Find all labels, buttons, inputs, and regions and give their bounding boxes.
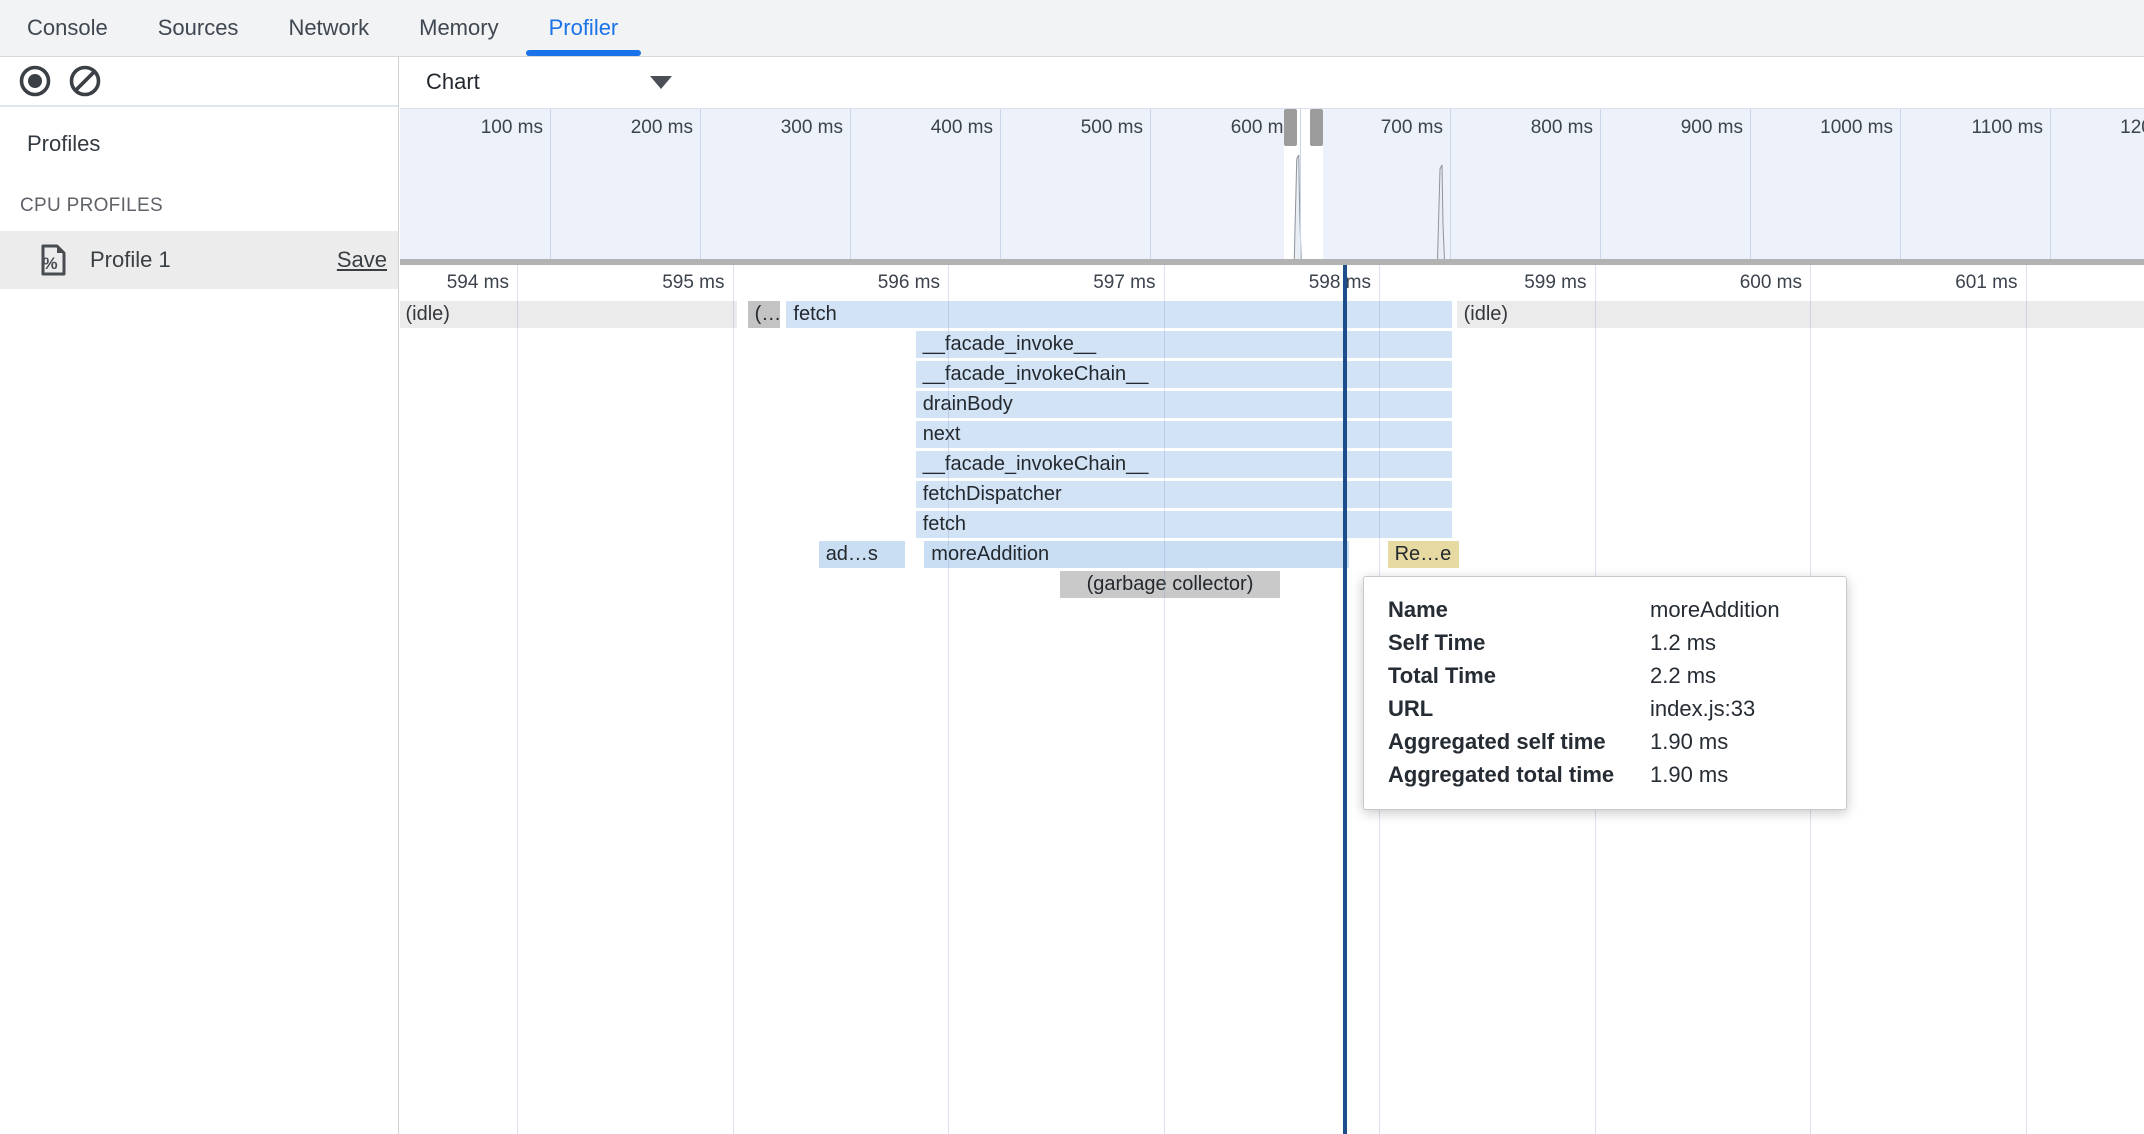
flame-bar-garbage-collector[interactable]: (garbage collector) <box>1060 571 1280 598</box>
tooltip-value: 1.90 ms <box>1650 758 1822 791</box>
overview-tick-label: 1100 ms <box>1900 117 2043 139</box>
profile-document-icon: % <box>36 243 70 277</box>
profile-name: Profile 1 <box>90 247 171 273</box>
tab-sources[interactable]: Sources <box>158 0 239 56</box>
flame-bar-moreaddition[interactable]: moreAddition <box>924 541 1349 568</box>
playhead-marker[interactable] <box>1343 265 1347 1134</box>
flame-chart[interactable]: 594 ms 595 ms 596 ms 597 ms 598 ms 599 ms 600 … <box>400 265 2144 1134</box>
tab-list: Console Sources Network Memory Profiler <box>0 0 2144 56</box>
tooltip-row: URLindex.js:33 <box>1388 692 1822 725</box>
profile-list-item[interactable]: % Profile 1 Save <box>0 231 398 289</box>
tooltip-value: 1.90 ms <box>1650 725 1822 758</box>
tooltip-value: 1.2 ms <box>1650 626 1822 659</box>
flame-chart-gridline <box>733 265 734 1134</box>
flame-chart-gridline <box>948 265 949 1134</box>
tooltip-value: 2.2 ms <box>1650 659 1822 692</box>
flame-bar-fetch[interactable]: fetch <box>786 301 1452 328</box>
detail-tick-label: 600 ms <box>1650 272 1802 294</box>
devtools-tab-bar: Console Sources Network Memory Profiler <box>0 0 2144 57</box>
detail-tick-label: 594 ms <box>400 272 509 294</box>
detail-tick-label: 601 ms <box>1866 272 2018 294</box>
chevron-down-icon <box>650 76 672 89</box>
selection-handle-left[interactable] <box>1284 109 1297 146</box>
save-profile-link[interactable]: Save <box>337 247 387 273</box>
tab-memory[interactable]: Memory <box>419 0 498 56</box>
overview-tick-label: 500 ms <box>1000 117 1143 139</box>
detail-tick-label: 597 ms <box>1004 272 1156 294</box>
tooltip-value: index.js:33 <box>1650 692 1822 725</box>
clear-button[interactable] <box>68 64 102 98</box>
flame-bar-drainbody[interactable]: drainBody <box>916 391 1453 418</box>
frame-tooltip: NamemoreAdditionSelf Time1.2 msTotal Tim… <box>1363 576 1847 810</box>
overview-tick-label: 1000 ms <box>1750 117 1893 139</box>
detail-tick-label: 598 ms <box>1219 272 1371 294</box>
flame-chart-gridline <box>1164 265 1165 1134</box>
tooltip-label: Aggregated total time <box>1388 758 1650 791</box>
cpu-profiles-section-heading: CPU PROFILES <box>20 195 398 217</box>
svg-text:%: % <box>42 254 57 273</box>
tooltip-label: Aggregated self time <box>1388 725 1650 758</box>
overview-tick-label: 100 ms <box>400 117 543 139</box>
detail-tick-label: 599 ms <box>1435 272 1587 294</box>
tooltip-row: Self Time1.2 ms <box>1388 626 1822 659</box>
overview-tick-label: 300 ms <box>700 117 843 139</box>
overview-timeline[interactable]: 100 ms200 ms300 ms400 ms500 ms600 ms700 … <box>400 108 2144 259</box>
overview-tick-label: 900 ms <box>1600 117 1743 139</box>
record-button[interactable] <box>18 64 52 98</box>
selection-handle-right[interactable] <box>1310 109 1323 146</box>
view-mode-dropdown[interactable]: Chart <box>426 69 672 95</box>
record-icon <box>18 64 52 98</box>
flame-chart-gridline <box>517 265 518 1134</box>
detail-tick-label: 595 ms <box>573 272 725 294</box>
flame-bar-fetch[interactable]: fetch <box>916 511 1453 538</box>
tooltip-row: Aggregated total time1.90 ms <box>1388 758 1822 791</box>
profiler-sidebar: Profiles CPU PROFILES % Profile 1 Save <box>0 57 399 1134</box>
profiler-main-pane: Chart 100 ms 200 ms 300 ms 400 ms 500 ms 600 … <box>400 57 2144 1134</box>
flame-bar-facade-invokechain[interactable]: __facade_invokeChain__ <box>916 451 1453 478</box>
flame-bar-facade-invoke[interactable]: __facade_invoke__ <box>916 331 1453 358</box>
flame-chart-gridline <box>2026 265 2027 1134</box>
detail-tick-label: 596 ms <box>788 272 940 294</box>
tooltip-rows: NamemoreAdditionSelf Time1.2 msTotal Tim… <box>1388 593 1822 791</box>
flame-bar-[interactable]: (… <box>748 301 780 328</box>
cpu-spike <box>1438 165 1445 259</box>
tooltip-label: Name <box>1388 593 1650 626</box>
flame-bar-idle[interactable]: (idle) <box>1457 301 2144 328</box>
tooltip-value: moreAddition <box>1650 593 1822 626</box>
overview-tick-label: 1200 ms <box>2050 117 2144 139</box>
tooltip-row: Aggregated self time1.90 ms <box>1388 725 1822 758</box>
tooltip-label: Self Time <box>1388 626 1650 659</box>
profiles-heading: Profiles <box>27 131 398 157</box>
flame-bar-fetchdispatcher[interactable]: fetchDispatcher <box>916 481 1453 508</box>
view-selector-row: Chart <box>400 57 2144 107</box>
overview-tick-label: 800 ms <box>1450 117 1593 139</box>
tooltip-row: NamemoreAddition <box>1388 593 1822 626</box>
tab-network[interactable]: Network <box>288 0 369 56</box>
flame-bar-next[interactable]: next <box>916 421 1453 448</box>
clear-icon <box>68 64 102 98</box>
view-mode-label: Chart <box>426 69 480 95</box>
flame-bar-idle[interactable]: (idle) <box>400 301 737 328</box>
profiler-toolbar <box>0 57 398 107</box>
flame-bar-re-e[interactable]: Re…e <box>1388 541 1459 568</box>
tab-profiler[interactable]: Profiler <box>549 0 619 56</box>
overview-tick-label: 400 ms <box>850 117 993 139</box>
flame-bar-facade-invokechain[interactable]: __facade_invokeChain__ <box>916 361 1453 388</box>
devtools-window: Console Sources Network Memory Profiler Prof… <box>0 0 2144 1134</box>
flame-bar-ad-s[interactable]: ad…s <box>819 541 905 568</box>
overview-tick-label: 200 ms <box>550 117 693 139</box>
tooltip-label: URL <box>1388 692 1650 725</box>
tooltip-row: Total Time2.2 ms <box>1388 659 1822 692</box>
tab-console[interactable]: Console <box>27 0 108 56</box>
overview-tick-label: 600 ms <box>1150 117 1293 139</box>
tooltip-label: Total Time <box>1388 659 1650 692</box>
